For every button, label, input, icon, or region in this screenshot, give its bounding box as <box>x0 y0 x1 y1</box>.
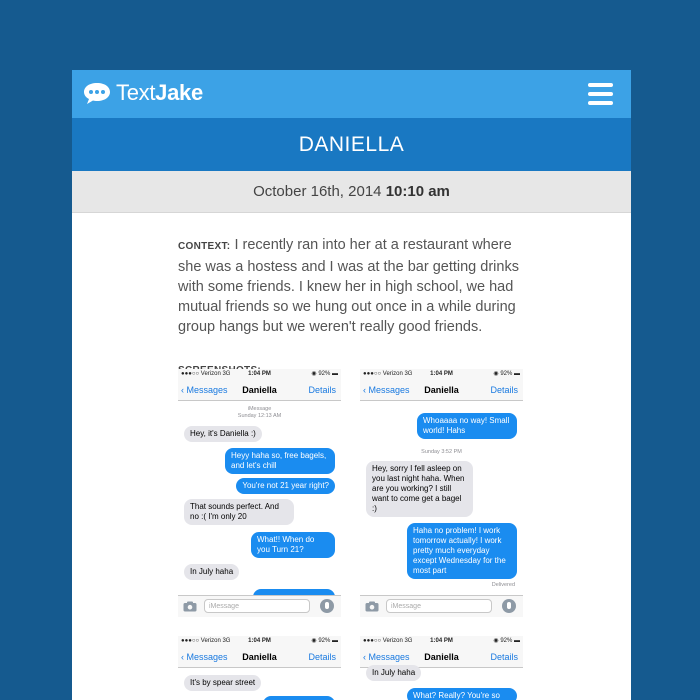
content-card: TextJake DANIELLA October 16th, 2014 10:… <box>72 70 631 700</box>
message-bubble-out: What? Really? You're so <box>407 688 517 700</box>
hamburger-menu-icon[interactable] <box>588 83 613 105</box>
timestamp-label: Sunday 12:13 AM <box>237 413 282 419</box>
microphone-icon[interactable] <box>502 599 516 613</box>
conversation-name: DANIELLA <box>72 118 631 171</box>
status-bar: ●●●○○ Verizon 3G 1:04 PM ◉ 92% ▬ <box>360 369 523 380</box>
message-thread: Whoaaaa no way! Small world! Hahs Sunday… <box>360 401 523 595</box>
brand-name: TextJake <box>116 80 203 106</box>
message-thread: It's by spear street <box>178 668 341 700</box>
message-bubble-in: Hey, it's Daniella :) <box>184 426 262 442</box>
message-bubble-out: Whoaaaa no way! Small world! Hahs <box>417 413 517 439</box>
story-content: CONTEXT: I recently ran into her at a re… <box>72 213 528 376</box>
message-bubble-out: What!! When do you Turn 21? <box>251 532 335 558</box>
timestamp-label: Sunday 3:52 PM <box>421 449 462 455</box>
microphone-icon[interactable] <box>320 599 334 613</box>
battery-label: ◉ 92% ▬ <box>493 371 520 377</box>
message-bubble-in: Hey, sorry I fell asleep on you last nig… <box>366 461 473 517</box>
brand-bold: Jake <box>155 80 203 105</box>
battery-label: ◉ 92% ▬ <box>311 638 338 644</box>
message-bubble-out: You're not 21 year right? <box>236 478 335 494</box>
back-button[interactable]: ‹ Messages <box>181 380 228 400</box>
screenshot-2[interactable]: ●●●○○ Verizon 3G 1:04 PM ◉ 92% ▬ ‹ Messa… <box>360 369 523 617</box>
context-text: I recently ran into her at a restaurant … <box>178 237 519 335</box>
message-bubble-in: That sounds perfect. And no :( I'm only … <box>184 499 294 525</box>
imessage-input[interactable]: iMessage <box>386 599 492 613</box>
date-bar: October 16th, 2014 10:10 am <box>72 171 631 213</box>
status-bar: ●●●○○ Verizon 3G 1:04 PM ◉ 92% ▬ <box>178 369 341 380</box>
status-bar: ●●●○○ Verizon 3G 1:04 PM ◉ 92% ▬ <box>360 636 523 647</box>
back-button[interactable]: ‹ Messages <box>363 380 410 400</box>
speech-bubble-icon <box>84 83 110 104</box>
message-bubble-out: Heyy haha so, free bagels, and let's chi… <box>225 448 335 474</box>
context-label: CONTEXT: <box>178 241 231 252</box>
app-logo[interactable]: TextJake <box>82 80 203 106</box>
conversation-time: 10:10 am <box>385 183 450 200</box>
message-bubble-out-partial <box>263 696 335 700</box>
back-button[interactable]: ‹ Messages <box>181 647 228 667</box>
back-label: Messages <box>186 652 228 662</box>
message-bubble-in: In July haha <box>366 665 422 681</box>
message-bubble-out: Haha no problem! I work tomorrow actuall… <box>407 523 517 579</box>
battery-label: ◉ 92% ▬ <box>493 638 520 644</box>
messages-nav-bar: ‹ Messages Daniella Details <box>360 380 523 401</box>
screenshot-4[interactable]: ●●●○○ Verizon 3G 1:04 PM ◉ 92% ▬ ‹ Messa… <box>360 636 523 700</box>
status-bar: ●●●○○ Verizon 3G 1:04 PM ◉ 92% ▬ <box>178 636 341 647</box>
service-label: iMessage <box>247 406 272 412</box>
details-button[interactable]: Details <box>490 647 518 667</box>
back-button[interactable]: ‹ Messages <box>363 647 410 667</box>
back-label: Messages <box>186 385 228 395</box>
back-label: Messages <box>368 652 410 662</box>
conversation-date: October 16th, 2014 <box>253 183 382 200</box>
message-bubble-in: In July haha <box>184 564 240 580</box>
message-input-bar: iMessage <box>360 595 523 617</box>
details-button[interactable]: Details <box>490 380 518 400</box>
camera-icon[interactable] <box>365 601 379 612</box>
message-bubble-in: It's by spear street <box>184 675 262 691</box>
message-input-bar: iMessage <box>178 595 341 617</box>
imessage-input[interactable]: iMessage <box>204 599 310 613</box>
screenshot-1[interactable]: ●●●○○ Verizon 3G 1:04 PM ◉ 92% ▬ ‹ Messa… <box>178 369 341 617</box>
back-label: Messages <box>368 385 410 395</box>
context-paragraph: CONTEXT: I recently ran into her at a re… <box>178 235 528 337</box>
messages-nav-bar: ‹ Messages Daniella Details <box>178 647 341 668</box>
battery-label: ◉ 92% ▬ <box>311 371 338 377</box>
brand-light: Text <box>116 80 156 105</box>
camera-icon[interactable] <box>183 601 197 612</box>
details-button[interactable]: Details <box>308 647 336 667</box>
message-thread: iMessage Sunday 12:13 AM Hey, it's Danie… <box>178 401 341 605</box>
message-thread: In July haha What? Really? You're so <box>360 665 523 700</box>
screenshot-3[interactable]: ●●●○○ Verizon 3G 1:04 PM ◉ 92% ▬ ‹ Messa… <box>178 636 341 700</box>
details-button[interactable]: Details <box>308 380 336 400</box>
messages-nav-bar: ‹ Messages Daniella Details <box>178 380 341 401</box>
delivered-label: Delivered <box>491 582 515 588</box>
top-bar: TextJake <box>72 70 631 118</box>
